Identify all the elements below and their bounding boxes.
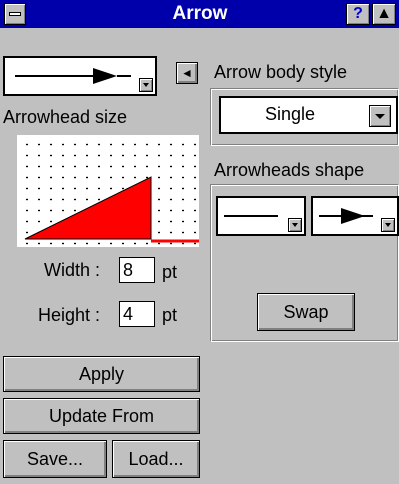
swap-button[interactable]: Swap	[257, 293, 355, 331]
height-value: 4	[123, 304, 134, 324]
height-label: Height :	[38, 305, 101, 325]
body-style-value: Single	[265, 104, 316, 124]
end-head-dropdown[interactable]	[381, 218, 395, 232]
arrowhead-preview-graphic	[24, 176, 199, 243]
arrow-style-dropdown[interactable]	[139, 78, 153, 92]
arrow-line-icon	[15, 68, 131, 84]
save-button[interactable]: Save...	[3, 440, 107, 478]
start-head-dropdown[interactable]	[288, 218, 302, 232]
width-label: Width :	[44, 260, 101, 280]
height-unit: pt	[162, 305, 178, 325]
collapse-left-button[interactable]: ◄	[176, 62, 198, 84]
height-field[interactable]: 4	[119, 301, 155, 327]
body-style-select[interactable]: Single	[219, 96, 398, 134]
load-button[interactable]: Load...	[112, 440, 200, 478]
apply-button-label: Apply	[78, 364, 125, 384]
collapse-left-icon: ◄	[181, 66, 193, 80]
swap-button-label: Swap	[283, 302, 329, 322]
roll-up-button[interactable]: ▲	[372, 3, 396, 25]
apply-button[interactable]: Apply	[3, 356, 200, 392]
width-unit: pt	[162, 262, 178, 282]
update-from-button[interactable]: Update From	[3, 398, 200, 434]
arrowhead-icon	[319, 208, 373, 224]
load-button-label: Load...	[128, 449, 184, 469]
arrowhead-preview	[17, 135, 199, 247]
arrowheads-shape-label: Arrowheads shape	[214, 160, 365, 180]
arrowhead-size-label: Arrowhead size	[3, 107, 128, 127]
arrow-style-selector[interactable]	[3, 56, 157, 96]
body-style-label: Arrow body style	[214, 62, 348, 82]
help-button[interactable]: ?	[346, 3, 370, 25]
end-head-selector[interactable]	[311, 196, 399, 236]
width-value: 8	[123, 260, 134, 280]
width-field[interactable]: 8	[119, 257, 155, 283]
update-from-button-label: Update From	[48, 406, 155, 426]
start-head-selector[interactable]	[216, 196, 306, 236]
plain-line-icon	[224, 215, 278, 217]
window-title: Arrow	[172, 3, 228, 24]
save-button-label: Save...	[26, 449, 84, 469]
system-menu-icon[interactable]	[4, 3, 26, 25]
body-style-dropdown-button[interactable]	[369, 105, 391, 127]
